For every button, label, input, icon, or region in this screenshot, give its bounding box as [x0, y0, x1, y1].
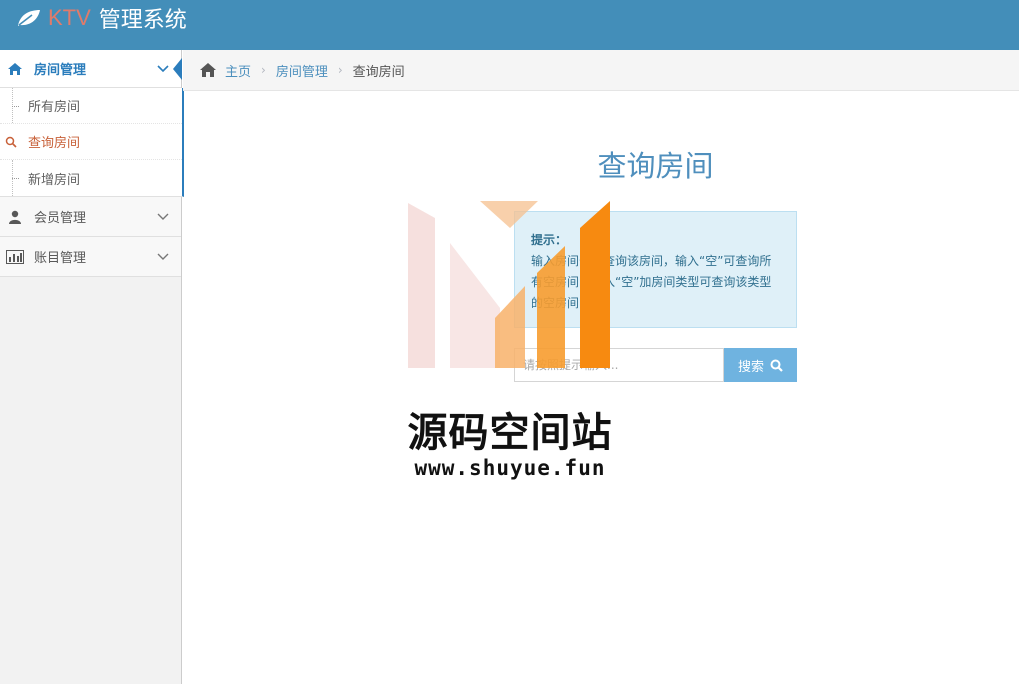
chevron-down-icon	[157, 64, 169, 72]
breadcrumb-current: 查询房间	[352, 64, 405, 80]
sidebar-subitem-all-rooms[interactable]: 所有房间	[0, 88, 182, 124]
watermark-logo	[408, 201, 610, 368]
sidebar-subitem-query-room[interactable]: 查询房间	[0, 124, 182, 160]
sidebar-item-member-management[interactable]: 会员管理	[0, 197, 181, 237]
tree-dash	[12, 178, 19, 179]
chevron-right-icon: ›	[261, 63, 266, 77]
chevron-down-icon	[157, 213, 169, 220]
user-icon	[6, 208, 24, 226]
tree-dash	[12, 105, 19, 107]
watermark-url: www.shuyue.fun	[414, 456, 606, 480]
active-marker	[173, 58, 182, 80]
sidebar-item-label: 会员管理	[34, 211, 87, 226]
sidebar-subitem-add-room[interactable]: 新增房间	[0, 160, 182, 196]
sidebar-item-room-management[interactable]: 房间管理	[0, 50, 182, 88]
brand-title: 管理系统	[98, 8, 187, 33]
subitem-label: 查询房间	[28, 136, 81, 151]
brand-ktv: KTV	[48, 5, 91, 30]
breadcrumb-home-link[interactable]: 主页	[225, 61, 251, 80]
sidebar-item-label: 账目管理	[34, 251, 87, 266]
top-navbar: KTV 管理系统	[0, 0, 1019, 50]
watermark-name: 源码空间站	[407, 410, 613, 456]
submenu-room-management: 所有房间 查询房间 新增房间	[0, 88, 184, 197]
sidebar-item-account-management[interactable]: 账目管理	[0, 237, 181, 277]
search-icon	[770, 359, 783, 372]
search-button[interactable]: 搜索	[724, 348, 797, 382]
breadcrumb: 主页 › 房间管理 › 查询房间	[183, 50, 1019, 91]
breadcrumb-section-link[interactable]: 房间管理	[276, 61, 328, 80]
sidebar: 房间管理 所有房间 查询房间 新增房间 会员管理 账目管理	[0, 50, 184, 684]
page-title: 查询房间	[597, 149, 714, 183]
search-button-label: 搜索	[737, 359, 764, 375]
brand[interactable]: KTV 管理系统	[16, 5, 187, 33]
subitem-label: 所有房间	[28, 100, 81, 115]
bar-chart-icon	[6, 248, 24, 266]
chevron-down-icon	[157, 253, 169, 260]
leaf-icon	[18, 10, 40, 26]
chevron-right-icon: ›	[337, 63, 343, 77]
search-icon	[5, 136, 17, 148]
subitem-label: 新增房间	[28, 172, 81, 188]
home-icon	[200, 63, 216, 77]
sidebar-item-label: 房间管理	[34, 63, 87, 78]
home-icon	[6, 60, 24, 78]
